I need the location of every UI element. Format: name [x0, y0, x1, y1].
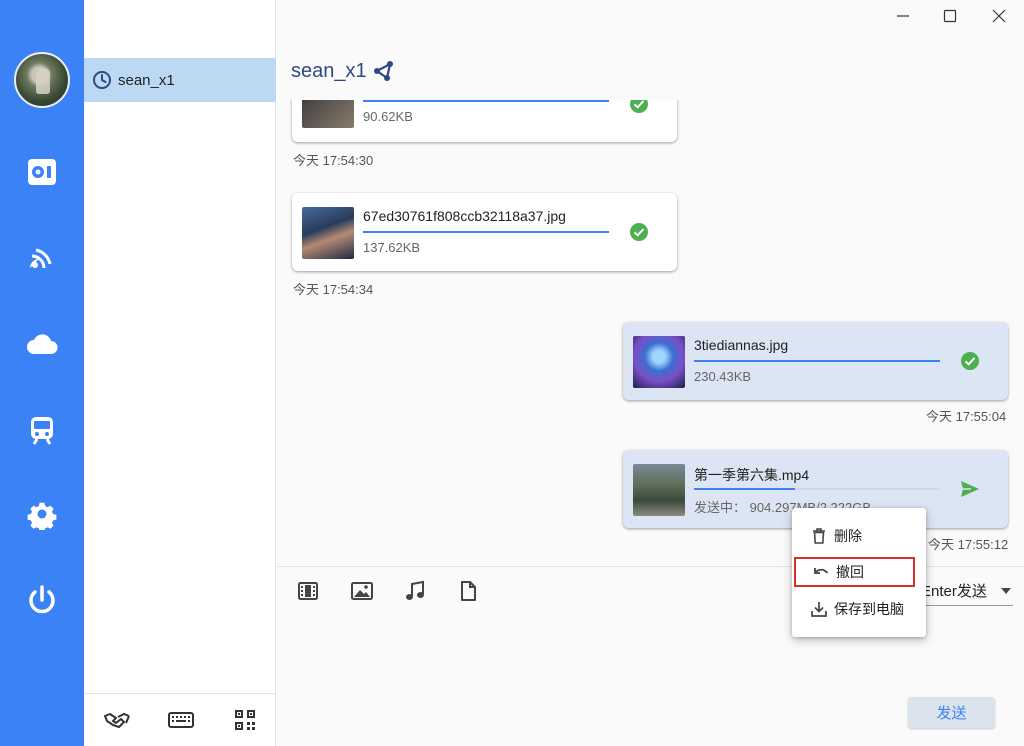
chevron-down-icon	[1001, 587, 1011, 594]
progress-bar	[694, 488, 940, 490]
context-menu: 删除 撤回 保存到电脑	[792, 508, 926, 637]
file-size: 230.43KB	[694, 369, 752, 384]
file-icon[interactable]	[457, 580, 479, 602]
file-message-card[interactable]: 90.62KB	[292, 100, 677, 142]
download-icon	[811, 602, 827, 617]
file-name: 第一季第六集.mp4	[694, 467, 810, 483]
check-circle-icon	[630, 100, 648, 113]
message-timestamp: 今天 17:54:30	[293, 153, 374, 168]
qrcode-icon[interactable]	[232, 708, 258, 732]
message-timestamp: 今天 17:55:12	[928, 537, 1009, 552]
contact-list: sean_x1	[84, 0, 276, 746]
handshake-icon[interactable]	[104, 708, 130, 732]
check-circle-icon	[961, 352, 979, 370]
menu-item-recall[interactable]: 撤回	[794, 557, 915, 587]
file-name: 3tiediannas.jpg	[694, 337, 789, 353]
send-mode-value: Enter发送	[921, 583, 987, 600]
send-icon[interactable]	[960, 479, 980, 499]
chat-header: sean_x1	[291, 56, 395, 86]
message-timestamp: 今天 17:55:04	[926, 409, 1007, 424]
file-name: 67ed30761f808ccb32118a37.jpg	[363, 208, 566, 224]
image-icon[interactable]	[351, 580, 373, 602]
satellite-icon[interactable]	[26, 242, 58, 274]
file-thumbnail	[633, 464, 685, 516]
progress-bar	[363, 231, 609, 233]
send-button[interactable]: 发送	[908, 697, 995, 728]
settings-icon[interactable]	[26, 498, 58, 530]
close-button[interactable]	[986, 4, 1012, 28]
menu-item-save-to-pc[interactable]: 保存到电脑	[792, 594, 926, 624]
file-message-card[interactable]: 3tiediannas.jpg 230.43KB	[623, 322, 1008, 400]
contact-bottom-bar	[84, 693, 276, 746]
clock-icon	[93, 71, 111, 89]
transfer-icon[interactable]	[26, 155, 58, 187]
contact-item-sean_x1[interactable]: sean_x1	[84, 58, 276, 102]
music-icon[interactable]	[404, 580, 426, 602]
undo-icon	[814, 568, 829, 574]
send-mode-select[interactable]: Enter发送	[921, 580, 1013, 606]
chat-title: sean_x1	[291, 59, 367, 82]
file-thumbnail	[302, 100, 354, 128]
progress-bar	[694, 360, 940, 362]
video-icon[interactable]	[297, 580, 319, 602]
progress-bar	[363, 100, 609, 102]
menu-item-label: 删除	[834, 528, 862, 544]
share-nodes-icon[interactable]	[373, 60, 395, 82]
maximize-button[interactable]	[937, 4, 963, 28]
file-size: 90.62KB	[363, 109, 413, 124]
file-size: 137.62KB	[363, 240, 421, 255]
train-icon[interactable]	[26, 414, 58, 446]
avatar[interactable]	[14, 52, 70, 108]
trash-icon	[813, 528, 825, 544]
message-list[interactable]: 90.62KB 今天 17:54:30 67ed30761f808ccb3211…	[277, 100, 1024, 566]
check-circle-icon	[630, 223, 648, 241]
power-icon[interactable]	[26, 584, 58, 616]
menu-item-delete[interactable]: 删除	[792, 521, 926, 551]
menu-item-label: 保存到电脑	[834, 601, 904, 617]
contact-name: sean_x1	[118, 71, 175, 89]
minimize-button[interactable]	[890, 4, 916, 28]
menu-item-label: 撤回	[836, 564, 864, 580]
file-thumbnail	[633, 336, 685, 388]
cloud-icon[interactable]	[26, 328, 58, 360]
keyboard-icon[interactable]	[168, 708, 194, 732]
left-nav-rail	[0, 0, 84, 746]
file-message-card[interactable]: 67ed30761f808ccb32118a37.jpg 137.62KB	[292, 193, 677, 271]
file-thumbnail	[302, 207, 354, 259]
message-timestamp: 今天 17:54:34	[293, 282, 374, 297]
